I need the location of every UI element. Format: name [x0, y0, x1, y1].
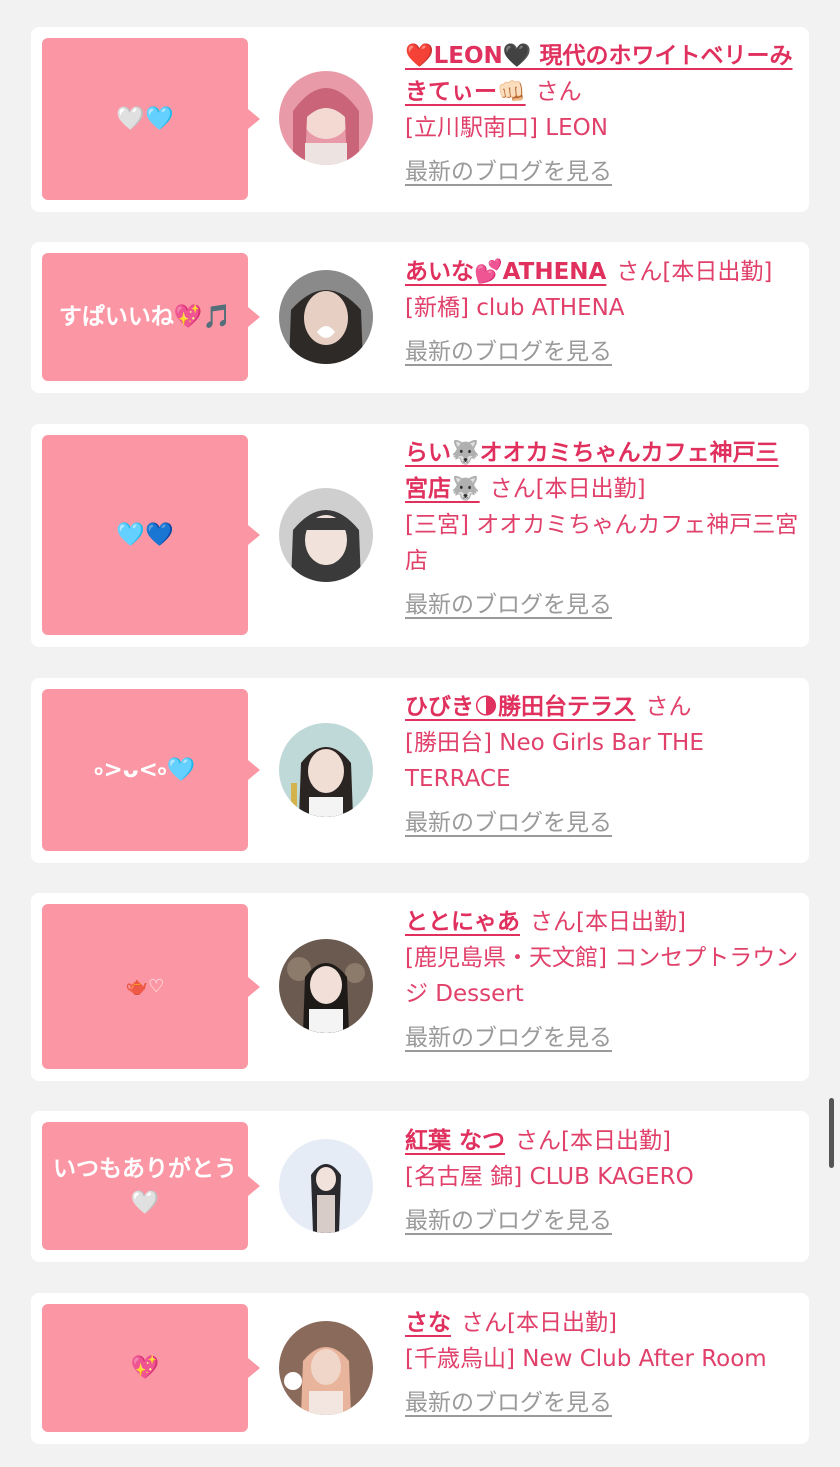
cast-info: さな さん[本日出勤] [千歳烏山] New Club After Room 最新…: [405, 1305, 801, 1421]
avatar-image: [279, 488, 373, 582]
cast-suffix: さん[本日出勤]: [530, 909, 686, 935]
store-name: [名古屋 錦] CLUB KAGERO: [405, 1164, 694, 1190]
cast-name-line: ❤️LEON🖤 現代のホワイトベリーみきてぃー👊🏻 さん: [405, 38, 801, 110]
cast-info: ととにゃあ さん[本日出勤] [鹿児島県・天文館] コンセプトラウンジ Desse…: [405, 904, 801, 1056]
gift-card: 🤍🩵 ❤️LEON🖤 現代のホワイトベリーみきてぃー👊🏻 さん [立川駅南口] L…: [31, 27, 809, 212]
latest-blog-link[interactable]: 最新のブログを見る: [405, 805, 612, 841]
store-name: [勝田台] Neo Girls Bar THE TERRACE: [405, 730, 704, 792]
avatar-image: [279, 270, 373, 364]
scrollbar[interactable]: [829, 1098, 834, 1168]
gift-card: 🩵💙 らい🐺オオカミちゃんカフェ神戸三宮店🐺 さん[本日出勤] [三宮] オオカミ…: [31, 424, 809, 647]
cast-suffix: さん[本日出勤]: [616, 259, 773, 285]
store-name: [千歳烏山] New Club After Room: [405, 1346, 767, 1372]
gift-card: ৹>ᴗ<৹🩵 ひびき🌗勝田台テラス さん [勝田台] Neo Girls Bar …: [31, 678, 809, 863]
cast-name-link[interactable]: あいな💕ATHENA: [405, 259, 606, 285]
message-bubble: 💖: [42, 1304, 260, 1432]
cast-name-link[interactable]: さな: [405, 1310, 451, 1336]
cast-name-line: あいな💕ATHENA さん[本日出勤]: [405, 254, 801, 290]
message-bubble: 🫖♡: [42, 904, 260, 1069]
cast-info: 紅葉 なつ さん[本日出勤] [名古屋 錦] CLUB KAGERO 最新のブログ…: [405, 1123, 801, 1239]
avatar[interactable]: [279, 939, 373, 1033]
store-name: [新橋] club ATHENA: [405, 295, 625, 321]
gift-card: すぱいいね💖🎵 あいな💕ATHENA さん[本日出勤] [新橋] club ATH…: [31, 242, 809, 393]
cast-name-line: らい🐺オオカミちゃんカフェ神戸三宮店🐺 さん[本日出勤]: [405, 435, 801, 507]
cast-suffix: さん[本日出勤]: [461, 1310, 617, 1336]
message-text: すぱいいね💖🎵: [58, 304, 232, 330]
store-name: [三宮] オオカミちゃんカフェ神戸三宮店: [405, 512, 799, 574]
cast-info: ❤️LEON🖤 現代のホワイトベリーみきてぃー👊🏻 さん [立川駅南口] LEON…: [405, 38, 801, 190]
avatar[interactable]: [279, 723, 373, 817]
cast-suffix: さん: [645, 694, 692, 720]
avatar[interactable]: [279, 488, 373, 582]
avatar-image: [279, 71, 373, 165]
latest-blog-link[interactable]: 最新のブログを見る: [405, 1020, 612, 1056]
cast-suffix: さん: [535, 79, 582, 105]
latest-blog-link[interactable]: 最新のブログを見る: [405, 1203, 612, 1239]
cast-name-line: ひびき🌗勝田台テラス さん: [405, 689, 801, 725]
message-text: 🫖♡: [125, 975, 165, 997]
cast-name-line: さな さん[本日出勤]: [405, 1305, 801, 1341]
cast-suffix: さん[本日出勤]: [489, 476, 646, 502]
cast-name-line: ととにゃあ さん[本日出勤]: [405, 904, 801, 940]
latest-blog-link[interactable]: 最新のブログを見る: [405, 587, 612, 623]
cast-name-link[interactable]: ひびき🌗勝田台テラス: [405, 694, 636, 720]
avatar[interactable]: [279, 1321, 373, 1415]
avatar-image: [279, 939, 373, 1033]
gift-card: いつもありがとう🤍 紅葉 なつ さん[本日出勤] [名古屋 錦] CLUB KAG…: [31, 1111, 809, 1262]
latest-blog-link[interactable]: 最新のブログを見る: [405, 334, 612, 370]
cast-suffix: さん[本日出勤]: [515, 1128, 671, 1154]
gift-card: 💖 さな さん[本日出勤] [千歳烏山] New Club After Room …: [31, 1293, 809, 1444]
avatar[interactable]: [279, 1139, 373, 1233]
cast-name-link[interactable]: ❤️LEON🖤 現代のホワイトベリーみきてぃー👊🏻: [405, 43, 792, 105]
message-bubble: すぱいいね💖🎵: [42, 253, 260, 381]
message-text: いつもありがとう🤍: [53, 1156, 237, 1216]
avatar-image: [279, 1321, 373, 1415]
cast-name-line: 紅葉 なつ さん[本日出勤]: [405, 1123, 801, 1159]
cast-name-link[interactable]: ととにゃあ: [405, 909, 520, 935]
message-text: 🩵💙: [116, 522, 174, 548]
message-text: 💖: [130, 1355, 160, 1381]
cast-info: らい🐺オオカミちゃんカフェ神戸三宮店🐺 さん[本日出勤] [三宮] オオカミちゃん…: [405, 435, 801, 623]
gift-card: 🫖♡ ととにゃあ さん[本日出勤] [鹿児島県・天文館] コンセプトラウンジ De…: [31, 893, 809, 1081]
store-name: [鹿児島県・天文館] コンセプトラウンジ Dessert: [405, 945, 799, 1007]
cast-name-link[interactable]: 紅葉 なつ: [405, 1128, 505, 1154]
cast-info: ひびき🌗勝田台テラス さん [勝田台] Neo Girls Bar THE TER…: [405, 689, 801, 841]
message-bubble: ৹>ᴗ<৹🩵: [42, 689, 260, 851]
avatar[interactable]: [279, 71, 373, 165]
cast-info: あいな💕ATHENA さん[本日出勤] [新橋] club ATHENA 最新のブ…: [405, 254, 801, 370]
latest-blog-link[interactable]: 最新のブログを見る: [405, 1385, 612, 1421]
store-name: [立川駅南口] LEON: [405, 115, 608, 141]
avatar[interactable]: [279, 270, 373, 364]
message-bubble: いつもありがとう🤍: [42, 1122, 260, 1250]
message-bubble: 🤍🩵: [42, 38, 260, 200]
message-bubble: 🩵💙: [42, 435, 260, 635]
message-text: ৹>ᴗ<৹🩵: [94, 757, 196, 783]
message-text: 🤍🩵: [116, 106, 174, 132]
avatar-image: [279, 723, 373, 817]
avatar-image: [279, 1139, 373, 1233]
latest-blog-link[interactable]: 最新のブログを見る: [405, 154, 612, 190]
